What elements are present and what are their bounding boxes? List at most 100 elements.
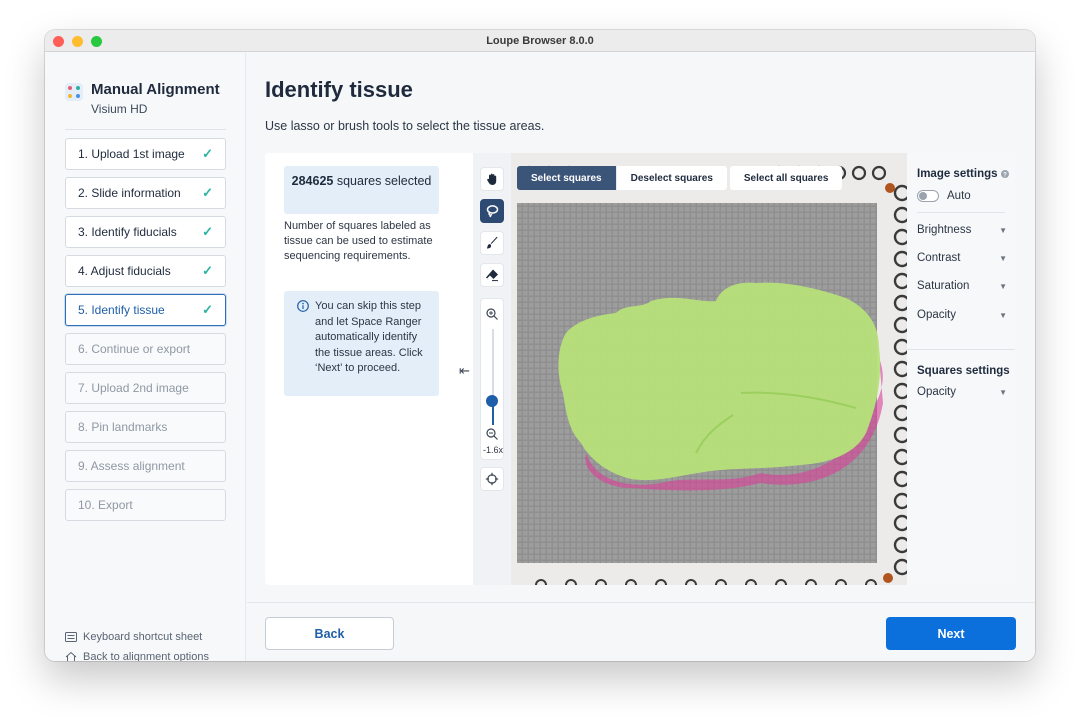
back-to-options-link[interactable]: Back to alignment options bbox=[65, 651, 209, 661]
zoom-window-button[interactable] bbox=[91, 36, 102, 47]
step-slide-information[interactable]: 2. Slide information ✓ bbox=[65, 177, 226, 209]
lasso-icon bbox=[486, 205, 499, 218]
squares-opacity-dropdown[interactable]: Opacity ▼ bbox=[917, 386, 1007, 398]
step-label: 4. Adjust fiducials bbox=[78, 264, 171, 278]
tip-text: You can skip this step and let Space Ran… bbox=[315, 300, 423, 374]
squares-opacity-label: Opacity bbox=[917, 386, 956, 398]
settings-panel: Image settings ? Auto Brightness ▼ Contra… bbox=[907, 153, 1015, 585]
image-settings-title: Image settings bbox=[917, 168, 998, 180]
next-button[interactable]: Next bbox=[886, 617, 1016, 650]
zoom-control: -1.6x bbox=[480, 298, 504, 460]
app-window: Loupe Browser 8.0.0 Manual Alignment Vis… bbox=[45, 30, 1035, 661]
collapse-panel-icon[interactable]: ⇤ bbox=[459, 363, 470, 379]
hand-tool-button[interactable] bbox=[480, 167, 504, 191]
step-export[interactable]: 10. Export bbox=[65, 489, 226, 521]
selection-mode-toolbar: Select squares Deselect squares Select a… bbox=[517, 166, 843, 190]
zoom-out-icon[interactable] bbox=[485, 427, 499, 441]
tissue-image[interactable] bbox=[511, 153, 907, 585]
hand-icon bbox=[487, 173, 497, 185]
step-adjust-fiducials[interactable]: 4. Adjust fiducials ✓ bbox=[65, 255, 226, 287]
squares-count-box: 284625 squares selected bbox=[284, 166, 439, 214]
step-upload-1st-image[interactable]: 1. Upload 1st image ✓ bbox=[65, 138, 226, 170]
close-window-button[interactable] bbox=[53, 36, 64, 47]
contrast-label: Contrast bbox=[917, 252, 961, 264]
auto-toggle-label: Auto bbox=[947, 190, 971, 202]
keyboard-shortcut-label: Keyboard shortcut sheet bbox=[83, 631, 203, 643]
crosshair-icon bbox=[485, 472, 499, 486]
sidebar-subtitle: Visium HD bbox=[91, 102, 148, 116]
footer: Back Next bbox=[247, 602, 1035, 661]
keyboard-shortcut-link[interactable]: Keyboard shortcut sheet bbox=[65, 631, 209, 643]
squares-count-label: squares selected bbox=[336, 174, 432, 188]
zoom-slider-handle[interactable] bbox=[486, 395, 498, 407]
deselect-squares-button[interactable]: Deselect squares bbox=[615, 166, 727, 190]
window-title: Loupe Browser 8.0.0 bbox=[486, 34, 594, 47]
step-pin-landmarks[interactable]: 8. Pin landmarks bbox=[65, 411, 226, 443]
step-label: 10. Export bbox=[78, 498, 133, 512]
tissue-panel: 284625 squares selected Number of square… bbox=[265, 153, 1015, 585]
app-logo-icon bbox=[65, 83, 83, 101]
step-label: 9. Assess alignment bbox=[78, 459, 185, 473]
window-controls bbox=[53, 36, 102, 47]
brush-tool-button[interactable] bbox=[480, 231, 504, 255]
main-content: Identify tissue Use lasso or brush tools… bbox=[247, 53, 1035, 661]
check-icon: ✓ bbox=[202, 185, 213, 200]
sidebar-links: Keyboard shortcut sheet Back to alignmen… bbox=[65, 631, 209, 661]
sidebar: Manual Alignment Visium HD 1. Upload 1st… bbox=[45, 53, 246, 661]
select-all-squares-button[interactable]: Select all squares bbox=[729, 166, 843, 190]
step-identify-tissue[interactable]: 5. Identify tissue ✓ bbox=[65, 294, 226, 326]
caret-down-icon: ▼ bbox=[999, 387, 1007, 397]
contrast-dropdown[interactable]: Contrast ▼ bbox=[917, 252, 1007, 264]
caret-down-icon: ▼ bbox=[999, 225, 1007, 235]
eraser-tool-button[interactable] bbox=[480, 263, 504, 287]
zoom-in-icon[interactable] bbox=[485, 307, 499, 321]
help-icon[interactable]: ? bbox=[1000, 170, 1009, 178]
brightness-dropdown[interactable]: Brightness ▼ bbox=[917, 224, 1007, 236]
step-label: 5. Identify tissue bbox=[78, 303, 165, 317]
image-opacity-dropdown[interactable]: Opacity ▼ bbox=[917, 309, 1007, 321]
step-label: 7. Upload 2nd image bbox=[78, 381, 189, 395]
back-button[interactable]: Back bbox=[265, 617, 394, 650]
step-label: 8. Pin landmarks bbox=[78, 420, 168, 434]
caret-down-icon: ▼ bbox=[999, 281, 1007, 291]
page-subtitle: Use lasso or brush tools to select the t… bbox=[265, 119, 545, 133]
auto-toggle-switch[interactable] bbox=[917, 190, 939, 202]
check-icon: ✓ bbox=[202, 146, 213, 161]
divider bbox=[907, 349, 1015, 350]
saturation-dropdown[interactable]: Saturation ▼ bbox=[917, 280, 1007, 292]
tool-column: -1.6x bbox=[473, 153, 513, 585]
title-bar: Loupe Browser 8.0.0 bbox=[45, 30, 1035, 52]
lasso-tool-button[interactable] bbox=[480, 199, 504, 223]
selection-mode-toggle: Select squares Deselect squares bbox=[517, 166, 727, 190]
check-icon: ✓ bbox=[202, 302, 213, 317]
info-icon bbox=[297, 300, 309, 312]
divider bbox=[917, 212, 1005, 213]
steps-list: 1. Upload 1st image ✓ 2. Slide informati… bbox=[65, 138, 226, 528]
brush-icon bbox=[487, 236, 498, 249]
squares-settings-title: Squares settings bbox=[917, 365, 1010, 377]
recenter-button[interactable] bbox=[480, 467, 504, 491]
sidebar-title: Manual Alignment bbox=[91, 81, 220, 98]
auto-toggle[interactable]: Auto bbox=[917, 190, 971, 202]
step-label: 3. Identify fiducials bbox=[78, 225, 177, 239]
minimize-window-button[interactable] bbox=[72, 36, 83, 47]
home-icon bbox=[65, 651, 77, 661]
step-label: 6. Continue or export bbox=[78, 342, 191, 356]
image-viewer[interactable]: Select squares Deselect squares Select a… bbox=[511, 153, 907, 585]
select-squares-button[interactable]: Select squares bbox=[517, 166, 616, 190]
step-identify-fiducials[interactable]: 3. Identify fiducials ✓ bbox=[65, 216, 226, 248]
zoom-level-readout: -1.6x bbox=[482, 445, 503, 455]
divider bbox=[65, 129, 226, 130]
count-description: Number of squares labeled as tissue can … bbox=[284, 220, 433, 262]
step-continue-or-export[interactable]: 6. Continue or export bbox=[65, 333, 226, 365]
image-opacity-label: Opacity bbox=[917, 309, 956, 321]
info-column: 284625 squares selected Number of square… bbox=[265, 153, 470, 585]
tip-box: You can skip this step and let Space Ran… bbox=[284, 291, 439, 396]
caret-down-icon: ▼ bbox=[999, 253, 1007, 263]
step-upload-2nd-image[interactable]: 7. Upload 2nd image bbox=[65, 372, 226, 404]
step-assess-alignment[interactable]: 9. Assess alignment bbox=[65, 450, 226, 482]
check-icon: ✓ bbox=[202, 224, 213, 239]
image-settings-heading: Image settings ? bbox=[917, 168, 1009, 180]
svg-text:?: ? bbox=[1003, 172, 1007, 178]
page-title: Identify tissue bbox=[265, 77, 413, 102]
